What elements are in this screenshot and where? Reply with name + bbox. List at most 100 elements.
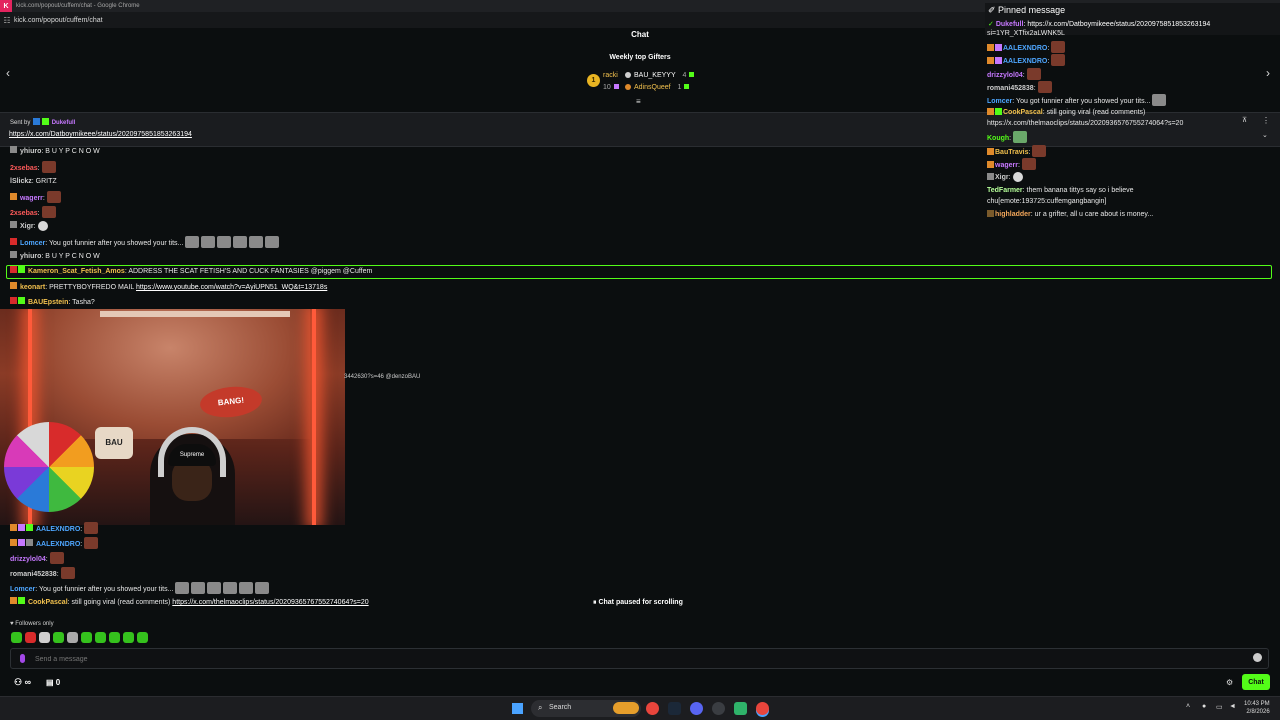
chat-message[interactable]: Lomcer: You got funnier after you showed… [10,582,270,594]
url-text[interactable]: kick.com/popout/cuffem/chat [14,17,103,24]
chat-message[interactable]: AALEXNDRO: [10,522,99,534]
chat-message[interactable]: keonart: PRETTYBOYFREDO MAIL https://www… [10,282,327,294]
steam-icon[interactable] [668,702,681,715]
app-icon[interactable] [734,702,747,715]
emoji-picker-icon[interactable] [1253,653,1262,662]
chat-username[interactable]: CookPascal [28,599,68,606]
chat-username[interactable]: 2xsebas [10,210,38,217]
chat-username[interactable]: Kough [987,135,1009,142]
chat-username[interactable]: lSlickz [10,178,32,185]
gift-counter[interactable]: ▤ 0 [46,678,60,687]
emote-icon[interactable] [95,632,106,643]
gifter-entry[interactable]: BAU_KEYYY 4 [625,72,695,79]
chat-username[interactable]: wagerr [995,162,1018,169]
chat-message[interactable]: wagerr: [987,158,1036,171]
chat-username[interactable]: yhiuro [20,148,41,155]
emote-icon[interactable] [81,632,92,643]
chat-username[interactable]: 2xsebas [10,165,38,172]
chat-link[interactable]: https://x.com/thelmaoclips/status/202093… [172,599,368,606]
pinned-user[interactable]: Dukefull [996,21,1024,28]
chrome-icon[interactable] [646,702,659,715]
emote-icon[interactable] [11,632,22,643]
taskbar-search[interactable]: ⌕ Search [531,700,641,717]
send-message-input[interactable] [35,652,1235,666]
chat-username[interactable]: TedFarmer [987,187,1023,194]
pin-icon[interactable]: ⊼ [1242,116,1247,124]
chevron-down-icon[interactable]: ⌄ [1262,131,1268,139]
more-options-icon[interactable]: ⋮ [1262,116,1270,125]
discord-icon[interactable] [690,702,703,715]
system-clock[interactable]: 10:43 PM 2/8/2026 [1244,700,1270,716]
pinned-link[interactable]: https://x.com/Datboymikeee/status/202097… [1027,21,1210,28]
chat-message[interactable]: AALEXNDRO: [10,537,99,549]
chat-message[interactable]: wagerr: [10,191,61,203]
gifter-entry[interactable]: 10 [603,84,619,91]
tray-mic-icon[interactable]: ● [1202,703,1206,710]
chat-username[interactable]: AALEXNDRO [36,526,80,533]
send-chat-button[interactable]: Chat [1242,674,1270,690]
emote-icon[interactable] [53,632,64,643]
emote-icon[interactable] [25,632,36,643]
chat-message[interactable]: Xigr: [10,221,48,233]
chat-link[interactable]: https://www.youtube.com/watch?v=AyiUPN51… [136,284,327,291]
chrome-active-icon[interactable] [756,702,769,715]
chat-username[interactable]: BauTravis [995,149,1028,156]
emote-icon[interactable] [39,632,50,643]
chevron-left-icon[interactable]: ‹ [6,66,10,80]
pinned-link[interactable]: https://x.com/Datboymikeee/status/202097… [9,131,192,138]
chat-message[interactable]: Kameron_Scat_Fetish_Amos: ADDRESS THE SC… [10,266,372,278]
chat-username[interactable]: wagerr [20,195,43,202]
chat-message[interactable]: yhiuro: B U Y P C N O W [10,251,100,263]
chat-message[interactable]: drizzylol04: [987,68,1041,81]
gear-icon[interactable]: ⚙ [1226,678,1233,687]
chat-message[interactable]: Lomcer: You got funnier after you showed… [987,94,1167,107]
expand-icon[interactable]: ≡ [636,97,641,106]
chat-message[interactable]: BauTravis: [987,145,1047,158]
chat-username[interactable]: BAUEpstein [28,299,68,306]
chat-message[interactable]: TedFarmer: them banana tittys say so i b… [987,185,1134,196]
chat-link[interactable]: https://x.com/thelmaoclips/status/202093… [987,120,1183,127]
chat-message[interactable]: CookPascal: still going viral (read comm… [987,107,1145,118]
chat-username[interactable]: Kameron_Scat_Fetish_Amos [28,268,125,275]
chat-username[interactable]: Xigr [995,174,1009,181]
chat-username[interactable]: keonart [20,284,45,291]
chat-username[interactable]: AALEXNDRO [1003,45,1047,52]
chat-username[interactable]: AALEXNDRO [36,541,80,548]
chat-username[interactable]: drizzylol04 [10,556,46,563]
obs-icon[interactable] [712,702,725,715]
chat-message[interactable]: 2xsebas: [10,206,56,218]
mic-icon[interactable] [20,654,25,663]
chat-username[interactable]: highladder [995,211,1031,218]
chat-message[interactable]: romani452838: [987,81,1052,94]
chat-message[interactable]: AALEXNDRO: [987,54,1066,67]
chat-username[interactable]: romani452838 [10,571,57,578]
emote-icon[interactable] [67,632,78,643]
chat-username[interactable]: Lomcer [987,98,1012,105]
chat-message[interactable]: highladder: ur a grifter, all u care abo… [987,209,1153,220]
gifter-entry[interactable]: AdinsQueef 1 [625,84,690,91]
emote-icon[interactable] [123,632,134,643]
volume-icon[interactable]: ◄ [1229,703,1236,710]
chat-message[interactable]: chu[emote:193725:cuffemgangbangin] [987,196,1106,207]
chat-username[interactable]: AALEXNDRO [1003,58,1047,65]
chat-username[interactable]: Xigr [20,223,34,230]
chat-message[interactable]: Lomcer: You got funnier after you showed… [10,236,280,248]
message-composer[interactable] [10,648,1269,669]
chat-username[interactable]: CookPascal [1003,109,1043,116]
chat-message[interactable]: lSlickz: GRITZ [10,176,57,188]
chat-message[interactable]: 2xsebas: [10,161,56,173]
chat-message[interactable]: BAUEpstein: Tasha? [10,297,95,309]
tray-chevron-icon[interactable]: ˄ [1186,703,1190,710]
chat-message[interactable]: yhiuro: B U Y P C N O W [10,146,100,158]
monitor-icon[interactable]: ▭ [1216,703,1223,711]
chat-username[interactable]: Lomcer [10,586,35,593]
chat-username[interactable]: romani452838 [987,85,1034,92]
emote-icon[interactable] [137,632,148,643]
chat-message[interactable]: si=1YR_XTfix2aLWNK5L [987,28,1065,39]
chevron-right-icon[interactable]: › [1266,66,1270,80]
chat-message[interactable]: drizzylol04: [10,552,64,564]
chat-message[interactable]: Kough: [987,131,1028,144]
chat-message[interactable]: Xigr: [987,172,1023,183]
chat-username[interactable]: drizzylol04 [987,72,1023,79]
gifter-entry[interactable]: racki [603,72,618,79]
